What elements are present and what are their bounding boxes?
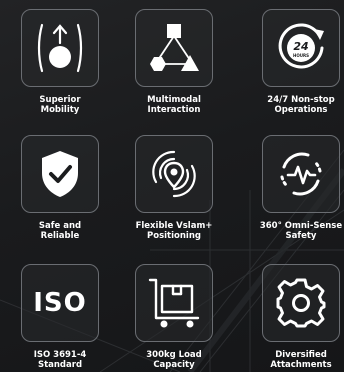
feature-label-line2: Attachments — [270, 360, 332, 370]
feature-label-line1: 300kg Load — [146, 350, 202, 360]
feature-label: Superior Mobility — [0, 95, 120, 115]
gear-icon — [276, 278, 326, 328]
feature-label: 360° Omni-Sense Safety — [241, 221, 344, 241]
24-hours-clock-icon: 24 HOURS — [278, 23, 324, 69]
feature-label-line2: Safety — [285, 231, 317, 241]
heartbeat-sensor-icon — [280, 152, 322, 196]
feature-tile: 24 HOURS — [262, 9, 340, 87]
feature-label-line1: Flexible Vslam+ — [135, 221, 213, 231]
feature-label-line1: 24/7 Non-stop — [267, 95, 335, 105]
multimodal-interaction-icon — [150, 24, 199, 71]
feature-tile — [21, 9, 99, 87]
feature-label-line2: Reliable — [40, 231, 80, 241]
feature-label-line2: Operations — [274, 105, 328, 115]
feature-label-line1: Safe and — [38, 221, 82, 231]
feature-tile — [262, 135, 340, 213]
feature-label-line2: Mobility — [40, 105, 80, 115]
location-pin-icon — [152, 150, 196, 198]
clock-badge-sub: HOURS — [293, 53, 309, 58]
feature-label: Multimodal Interaction — [114, 95, 234, 115]
shield-check-icon — [42, 151, 78, 197]
feature-label: ISO 3691-4 Standard — [0, 350, 120, 370]
feature-label: 24/7 Non-stop Operations — [241, 95, 344, 115]
clock-badge-number: 24 — [293, 40, 308, 53]
feature-tile — [135, 9, 213, 87]
feature-tile: ISO — [21, 264, 99, 342]
feature-label-line2: Interaction — [147, 105, 201, 115]
feature-label-line1: Multimodal — [147, 95, 201, 105]
mobility-icon — [37, 23, 83, 73]
feature-label-line1: 360° Omni-Sense — [259, 221, 343, 231]
iso-badge-icon: ISO — [33, 288, 87, 318]
feature-label-line1: Superior — [39, 95, 81, 105]
cart-box-icon — [148, 278, 200, 328]
feature-tile — [21, 135, 99, 213]
feature-label-line2: Capacity — [153, 360, 195, 370]
feature-grid: Superior Mobility Multimodal Interaction — [0, 0, 344, 372]
feature-label: Diversified Attachments — [241, 350, 344, 370]
feature-tile — [135, 264, 213, 342]
feature-label-line1: Diversified — [275, 350, 327, 360]
feature-label: 300kg Load Capacity — [114, 350, 234, 370]
feature-label: Flexible Vslam+ Positioning — [114, 221, 234, 241]
feature-label-line2: Standard — [37, 360, 83, 370]
feature-label-line2: Positioning — [147, 231, 201, 241]
feature-tile — [262, 264, 340, 342]
feature-label-line1: ISO 3691-4 — [33, 350, 87, 360]
feature-tile — [135, 135, 213, 213]
feature-label: Safe and Reliable — [0, 221, 120, 241]
